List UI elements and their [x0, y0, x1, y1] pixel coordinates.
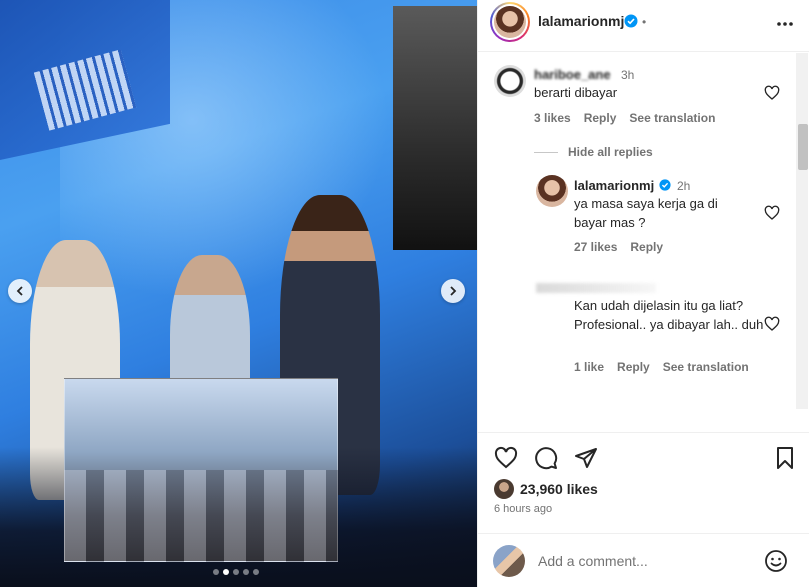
carousel-dot: [233, 569, 239, 575]
carousel-dot: [223, 569, 229, 575]
heart-icon[interactable]: [494, 446, 518, 470]
inset-crowd: [64, 470, 338, 562]
carousel-dot: [213, 569, 219, 575]
verified-badge-icon: [624, 14, 638, 28]
inset-photo-top: [393, 6, 477, 250]
reply-time: 2h: [677, 179, 691, 193]
comment-time: 3h: [621, 68, 635, 82]
carousel-next-button[interactable]: [441, 279, 465, 303]
liker-avatar: [494, 479, 514, 499]
heart-icon[interactable]: [764, 205, 780, 221]
header-separator: •: [642, 15, 647, 29]
comment-meta: 3 likes Reply See translation: [534, 111, 715, 125]
heart-icon[interactable]: [764, 85, 780, 101]
carousel-dot: [243, 569, 249, 575]
more-horizontal-icon: [777, 22, 793, 26]
post-panel: lalamarionmj • hariboe_ane 3h berarti di…: [477, 0, 809, 587]
verified-badge-icon: [659, 179, 671, 191]
divider: [478, 432, 809, 433]
reply-likes[interactable]: 1 like: [574, 360, 604, 374]
reply-text: ya masa saya kerja ga di bayar mas ?: [574, 196, 718, 230]
heart-icon[interactable]: [764, 316, 780, 332]
hide-replies-button[interactable]: Hide all replies: [534, 145, 653, 159]
comments-list: hariboe_ane 3h berarti dibayar 3 likes R…: [478, 53, 800, 433]
comment-likes[interactable]: 3 likes: [534, 111, 571, 125]
reply-button[interactable]: Reply: [584, 111, 617, 125]
see-translation-button[interactable]: See translation: [629, 111, 715, 125]
more-options-button[interactable]: [776, 11, 794, 32]
reply-author[interactable]: lalamarionmj: [574, 178, 654, 193]
likes-count[interactable]: 23,960 likes: [520, 481, 598, 497]
hide-replies-label: Hide all replies: [568, 145, 653, 159]
post-media[interactable]: [0, 0, 477, 587]
see-translation-button[interactable]: See translation: [663, 360, 749, 374]
bookmark-icon[interactable]: [773, 446, 797, 470]
add-comment-bar: [478, 534, 809, 587]
reply-likes[interactable]: 27 likes: [574, 240, 617, 254]
author-avatar[interactable]: [490, 2, 530, 42]
comment-input[interactable]: [538, 550, 758, 572]
post-timestamp[interactable]: 6 hours ago: [494, 503, 552, 515]
paper-plane-icon[interactable]: [574, 446, 598, 470]
reply-avatar[interactable]: [536, 175, 568, 207]
reply-meta: 1 like Reply See translation: [574, 360, 749, 374]
likes-summary[interactable]: 23,960 likes: [494, 479, 598, 499]
carousel-prev-button[interactable]: [8, 279, 32, 303]
commenter-name[interactable]: hariboe_ane: [534, 67, 611, 82]
reply-text: Kan udah dijelasin itu ga liat? Profesio…: [574, 298, 764, 332]
comment-icon[interactable]: [534, 446, 558, 470]
post-header: lalamarionmj •: [478, 0, 809, 52]
reply-button[interactable]: Reply: [630, 240, 663, 254]
carousel-dot: [253, 569, 259, 575]
comment-text: berarti dibayar: [534, 85, 618, 100]
current-user-avatar: [493, 545, 525, 577]
reply-meta: 27 likes Reply: [574, 240, 663, 254]
chevron-right-icon: [450, 286, 457, 296]
carousel-indicator: [213, 569, 259, 575]
reply-author-blurred: [536, 283, 656, 293]
chevron-left-icon: [16, 286, 23, 296]
author-username[interactable]: lalamarionmj: [538, 13, 624, 29]
commenter-avatar[interactable]: [494, 65, 526, 97]
smiley-icon[interactable]: [764, 549, 788, 573]
reply-button[interactable]: Reply: [617, 360, 650, 374]
